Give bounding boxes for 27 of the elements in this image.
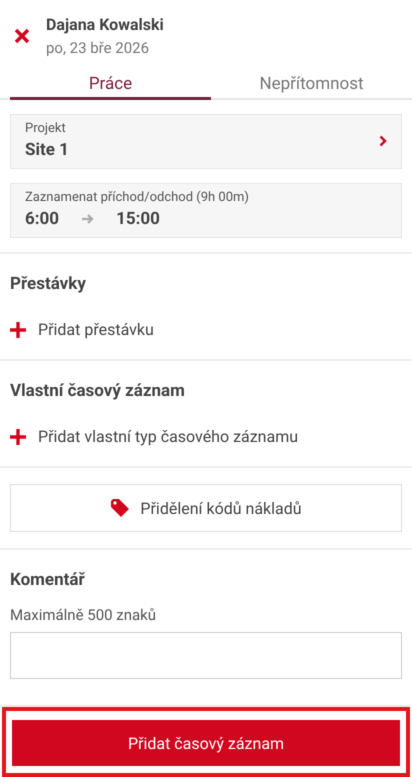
arrow-right-icon	[81, 213, 94, 225]
start-time: 6:00	[25, 209, 60, 229]
end-time: 15:00	[116, 209, 160, 229]
comment-field[interactable]	[10, 632, 402, 679]
tab[interactable]: Nepřítomnost	[211, 70, 412, 100]
add-link[interactable]: Přidat vlastní typ časového záznamu	[10, 427, 298, 446]
project-selector[interactable]: Projekt Site 1	[10, 114, 402, 169]
comment-hint: Maximálně 500 znaků	[10, 606, 158, 624]
project-value: Site 1	[25, 140, 70, 160]
add-entry-button[interactable]: Přidat časový záznam	[12, 720, 400, 766]
entry-date: po, 23 bře 2026	[46, 39, 150, 57]
chevron-right-icon	[379, 134, 387, 146]
section-heading: Přestávky	[10, 274, 87, 294]
tag-icon	[110, 498, 130, 518]
project-label: Projekt	[25, 121, 67, 136]
employee-name: Dajana Kowalski	[46, 15, 164, 34]
add-link[interactable]: Přidat přestávku	[10, 320, 154, 339]
plus-icon	[10, 428, 26, 444]
section-heading: Vlastní časový záznam	[10, 381, 186, 401]
plus-icon	[10, 322, 26, 338]
clock-card[interactable]: Zaznamenat příchod/odchod (9h 00m) 6:00 15:00	[10, 183, 402, 238]
tab[interactable]: Práce	[10, 70, 211, 100]
cost-code-button[interactable]: Přidělení kódů nákladů	[10, 484, 402, 532]
section-heading: Komentář	[10, 570, 86, 590]
close-button[interactable]	[12, 26, 32, 46]
close-icon	[12, 26, 32, 46]
clock-label: Zaznamenat příchod/odchod (9h 00m)	[25, 190, 250, 205]
